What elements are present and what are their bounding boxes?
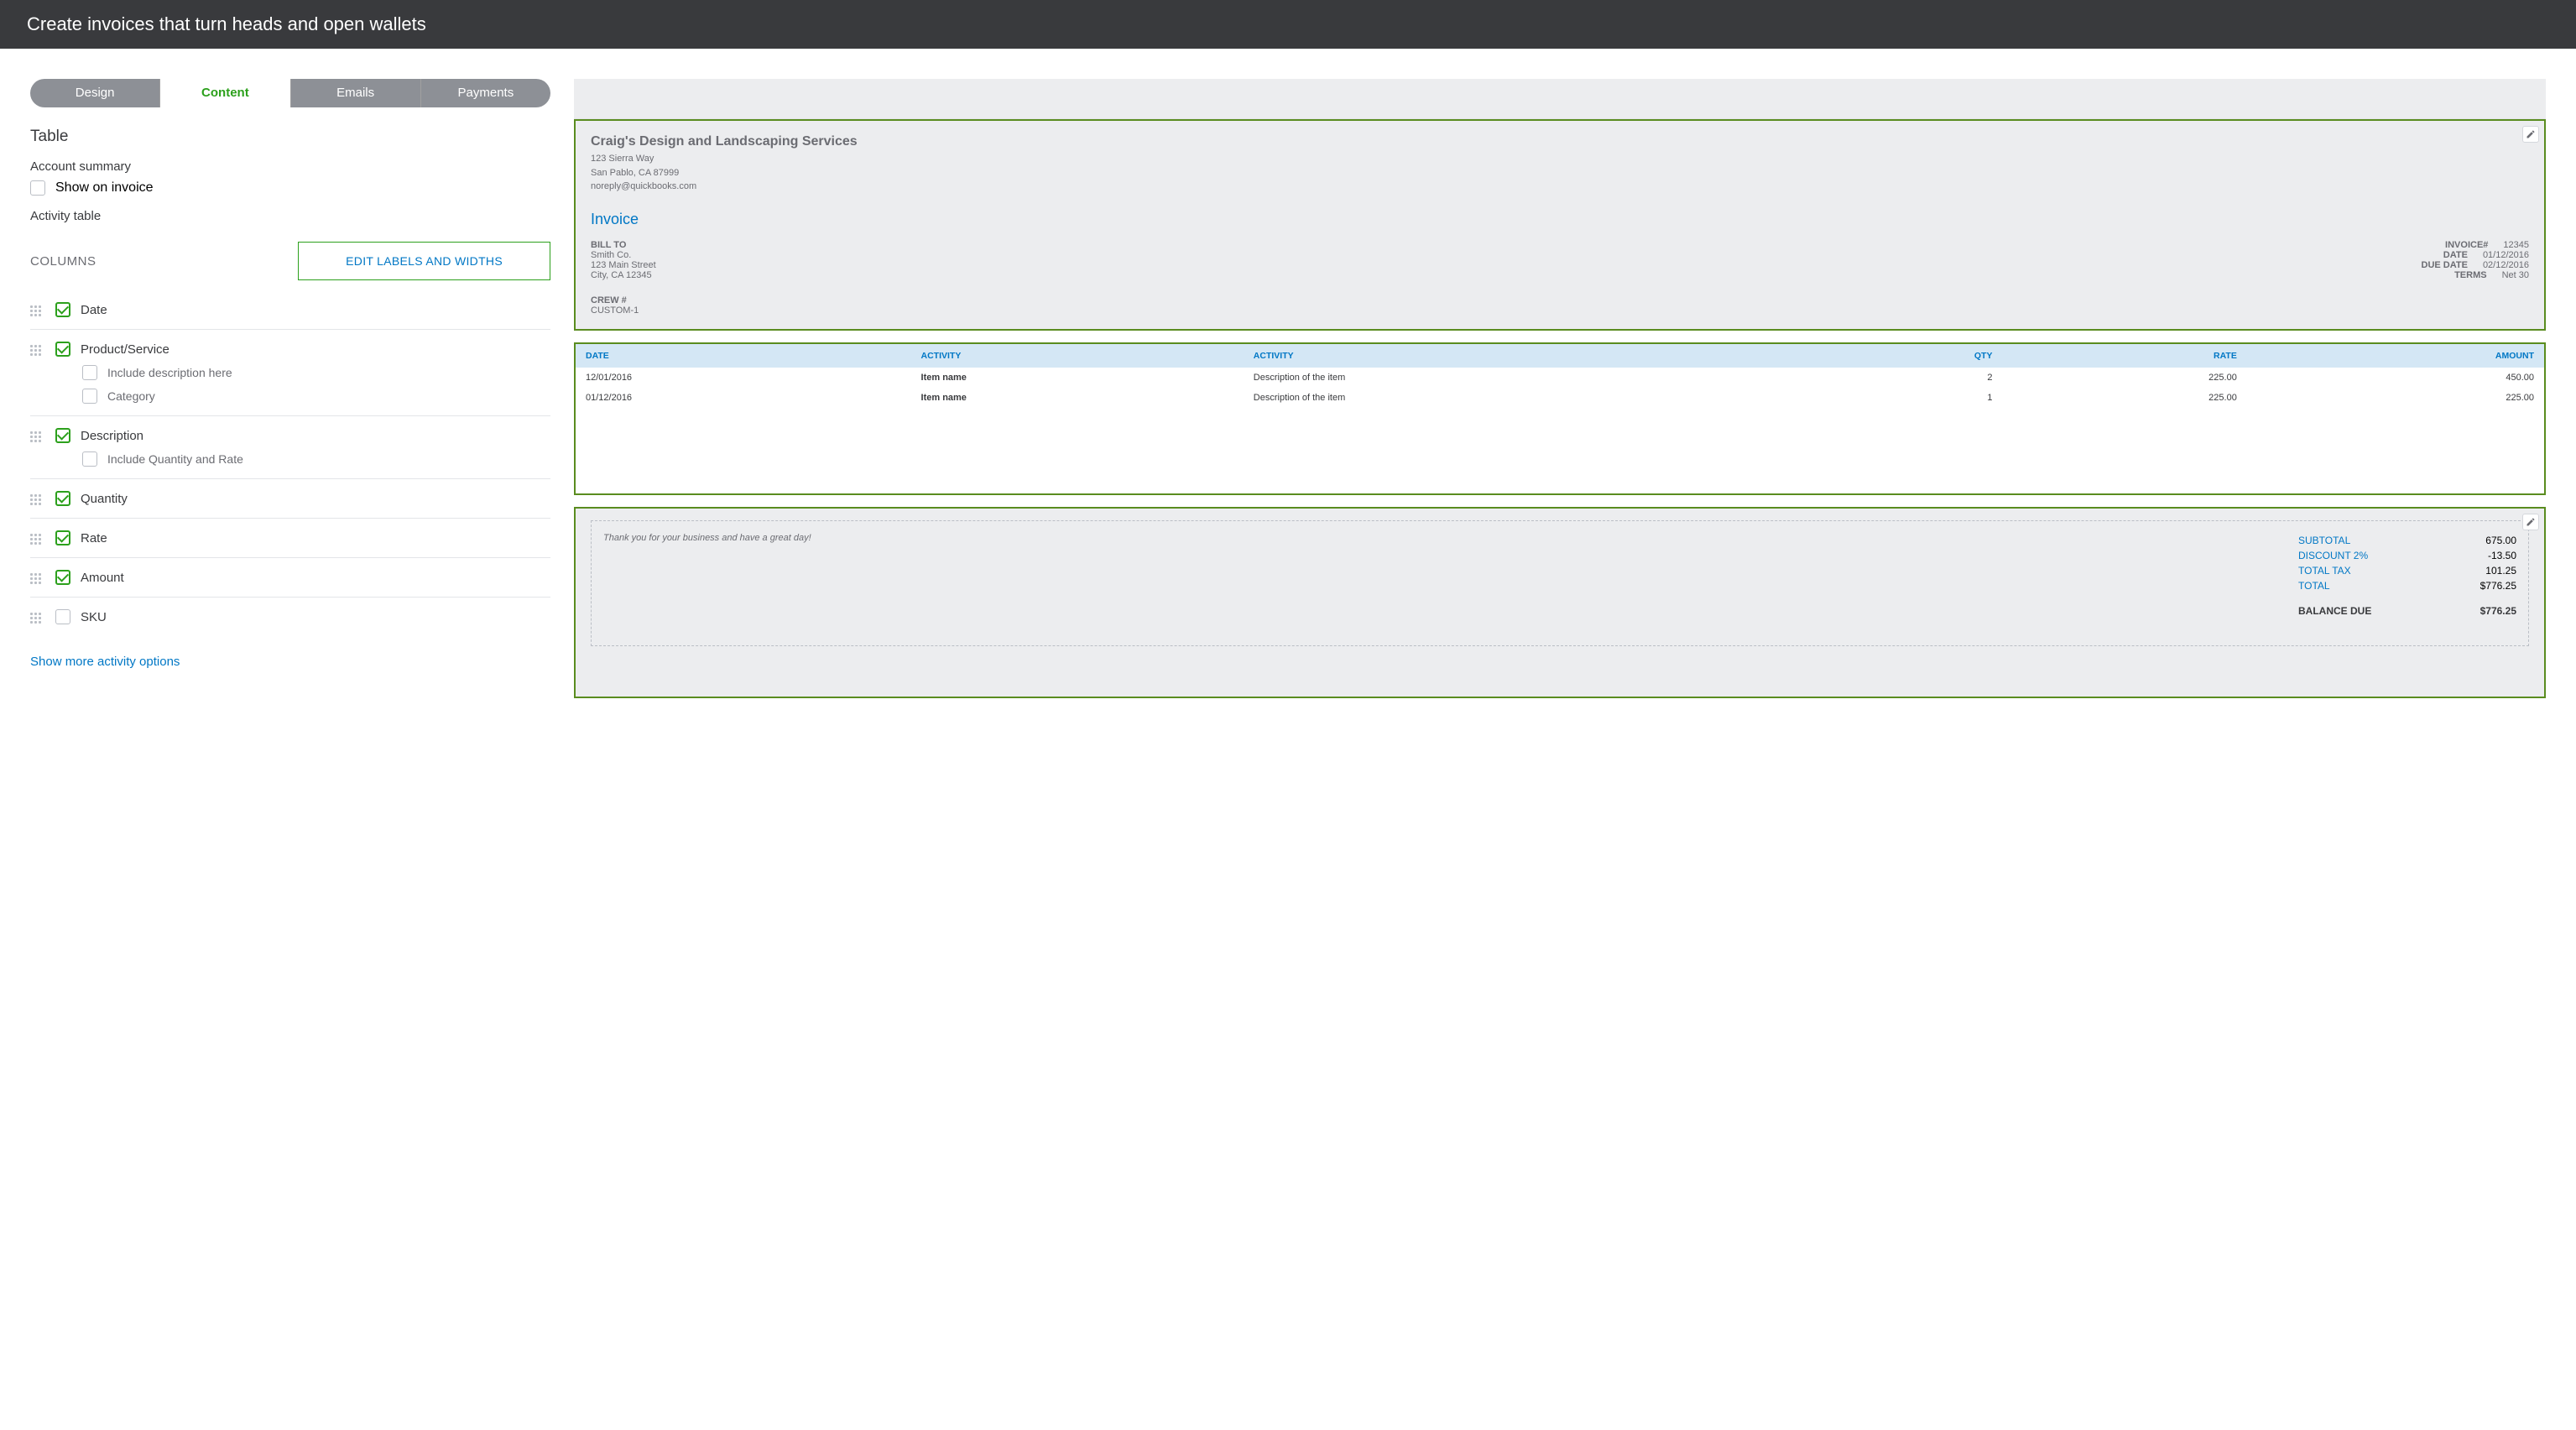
- activity-table-label: Activity table: [30, 209, 550, 223]
- preview-footer-section[interactable]: Thank you for your business and have a g…: [574, 507, 2546, 698]
- tab-content[interactable]: Content: [160, 79, 290, 107]
- tab-payments[interactable]: Payments: [421, 79, 550, 107]
- columns-label: COLUMNS: [30, 254, 96, 269]
- preview-header-section[interactable]: Craig's Design and Landscaping Services …: [574, 119, 2546, 331]
- column-amount-label: Amount: [81, 571, 124, 585]
- column-quantity-checkbox[interactable]: [55, 491, 70, 506]
- tabs: Design Content Emails Payments: [30, 79, 550, 107]
- column-product-checkbox[interactable]: [55, 342, 70, 357]
- thank-you-message: Thank you for your business and have a g…: [603, 533, 811, 634]
- column-date-label: Date: [81, 303, 107, 317]
- column-amount-checkbox[interactable]: [55, 570, 70, 585]
- column-list: Date Product/Service Include description…: [30, 290, 550, 636]
- section-table-title: Table: [30, 128, 550, 146]
- totals-block: SUBTOTAL675.00 DISCOUNT 2%-13.50 TOTAL T…: [2298, 533, 2516, 634]
- column-date-checkbox[interactable]: [55, 302, 70, 317]
- table-row: 12/01/2016 Item name Description of the …: [576, 368, 2544, 388]
- show-on-invoice-label: Show on invoice: [55, 180, 154, 196]
- pencil-icon[interactable]: [2522, 126, 2539, 143]
- left-panel: Design Content Emails Payments Table Acc…: [30, 79, 550, 710]
- invoice-meta-right: INVOICE#12345 DATE01/12/2016 DUE DATE02/…: [2422, 240, 2529, 280]
- drag-handle-icon[interactable]: [30, 342, 42, 353]
- drag-handle-icon[interactable]: [30, 609, 42, 621]
- tab-emails[interactable]: Emails: [291, 79, 421, 107]
- col-qty: QTY: [1809, 344, 2002, 368]
- column-product-label: Product/Service: [81, 342, 169, 357]
- column-sku-checkbox[interactable]: [55, 609, 70, 624]
- col-activity: ACTIVITY: [911, 344, 1244, 368]
- show-on-invoice-checkbox[interactable]: [30, 180, 45, 196]
- drag-handle-icon[interactable]: [30, 570, 42, 582]
- crew-section: CREW # CUSTOM-1: [591, 295, 2529, 316]
- include-description-label: Include description here: [107, 366, 232, 379]
- drag-handle-icon[interactable]: [30, 428, 42, 440]
- column-rate-label: Rate: [81, 531, 107, 545]
- account-summary-label: Account summary: [30, 159, 550, 174]
- preview-table-section[interactable]: DATE ACTIVITY ACTIVITY QTY RATE AMOUNT 1…: [574, 342, 2546, 495]
- company-details: 123 Sierra Way San Pablo, CA 87999 norep…: [591, 152, 2529, 194]
- edit-labels-button[interactable]: EDIT LABELS AND WIDTHS: [298, 242, 550, 280]
- column-sku-label: SKU: [81, 610, 107, 624]
- col-amount: AMOUNT: [2247, 344, 2544, 368]
- preview-table: DATE ACTIVITY ACTIVITY QTY RATE AMOUNT 1…: [576, 344, 2544, 408]
- column-quantity-label: Quantity: [81, 492, 128, 506]
- col-rate: RATE: [2002, 344, 2246, 368]
- tab-design[interactable]: Design: [30, 79, 160, 107]
- col-date: DATE: [576, 344, 911, 368]
- column-description-checkbox[interactable]: [55, 428, 70, 443]
- company-name: Craig's Design and Landscaping Services: [591, 134, 2529, 149]
- include-qty-rate-label: Include Quantity and Rate: [107, 452, 243, 466]
- invoice-preview: Craig's Design and Landscaping Services …: [574, 79, 2546, 710]
- page-title: Create invoices that turn heads and open…: [27, 13, 426, 34]
- bill-to-block: BILL TO Smith Co. 123 Main Street City, …: [591, 240, 656, 280]
- drag-handle-icon[interactable]: [30, 302, 42, 314]
- drag-handle-icon[interactable]: [30, 530, 42, 542]
- page-header: Create invoices that turn heads and open…: [0, 0, 2576, 49]
- category-label: Category: [107, 389, 155, 403]
- col-activity2: ACTIVITY: [1244, 344, 1809, 368]
- include-description-checkbox[interactable]: [82, 365, 97, 380]
- preview-top-gray: [574, 79, 2546, 119]
- pencil-icon[interactable]: [2522, 514, 2539, 530]
- category-checkbox[interactable]: [82, 389, 97, 404]
- invoice-title: Invoice: [591, 211, 2529, 228]
- drag-handle-icon[interactable]: [30, 491, 42, 503]
- column-rate-checkbox[interactable]: [55, 530, 70, 545]
- include-qty-rate-checkbox[interactable]: [82, 451, 97, 467]
- show-more-link[interactable]: Show more activity options: [30, 655, 180, 669]
- table-row: 01/12/2016 Item name Description of the …: [576, 388, 2544, 408]
- column-description-label: Description: [81, 429, 143, 443]
